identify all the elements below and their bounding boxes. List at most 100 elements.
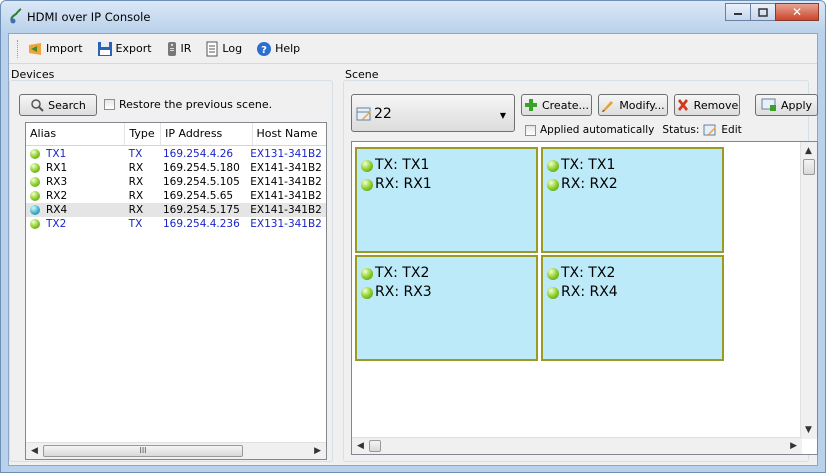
scene-layout-grid: TX: TX1 RX: RX1 TX: TX1 RX: RX2 TX: TX2 …	[351, 141, 818, 455]
status-online-icon	[30, 163, 40, 173]
scrollbar-thumb[interactable]	[369, 440, 381, 452]
devices-table-header: Alias Type IP Address Host Name	[26, 123, 326, 146]
host-cell: EX141-341B2	[250, 204, 322, 216]
scrollbar-thumb[interactable]	[803, 159, 815, 175]
host-cell: EX141-341B2	[250, 162, 322, 174]
table-row[interactable]: RX1 RX 169.254.5.180 EX141-341B2	[26, 161, 326, 175]
applied-automatically-label: Applied automatically	[540, 124, 655, 136]
log-label: Log	[222, 42, 243, 55]
alias-cell: TX1	[46, 148, 67, 160]
table-row[interactable]: TX2 TX 169.254.4.236 EX131-341B2	[26, 217, 326, 231]
apply-scene-button[interactable]: Apply	[755, 94, 818, 116]
scroll-right-icon[interactable]: ▶	[790, 441, 797, 451]
search-button[interactable]: Search	[19, 94, 97, 116]
toolbar-grip[interactable]	[17, 39, 21, 58]
ip-cell: 169.254.5.180	[162, 162, 240, 174]
rx-status-icon	[361, 178, 373, 191]
import-button[interactable]: Import	[27, 41, 83, 57]
table-row[interactable]: RX3 RX 169.254.5.105 EX141-341B2	[26, 175, 326, 189]
app-icon	[10, 8, 22, 24]
type-cell: TX	[128, 218, 143, 230]
modify-scene-button[interactable]: Modify...	[598, 94, 668, 116]
scene-tile[interactable]: TX: TX2 RX: RX3	[355, 255, 538, 361]
window-title: HDMI over IP Console	[27, 10, 151, 24]
scene-tile[interactable]: TX: TX1 RX: RX1	[355, 147, 538, 253]
tx-status-icon	[361, 159, 373, 172]
tile-tx-label: TX: TX1	[561, 157, 616, 173]
maximize-button[interactable]	[750, 3, 776, 21]
scroll-left-icon[interactable]: ◀	[31, 446, 38, 456]
type-cell: RX	[128, 176, 144, 188]
remote-control-icon	[167, 41, 176, 56]
rx-status-icon	[547, 178, 559, 191]
help-button[interactable]: ? Help	[256, 41, 300, 57]
apply-label: Apply	[780, 98, 813, 112]
ip-cell: 169.254.5.105	[162, 176, 240, 188]
tx-status-icon	[361, 267, 373, 280]
log-button[interactable]: Log	[205, 41, 242, 57]
restore-scene-option[interactable]: Restore the previous scene.	[104, 98, 272, 111]
scroll-down-icon[interactable]: ▼	[805, 425, 812, 435]
import-label: Import	[46, 42, 83, 55]
scene-tile[interactable]: TX: TX2 RX: RX4	[541, 255, 724, 361]
export-label: Export	[115, 42, 152, 55]
column-header-ip-address[interactable]: IP Address	[161, 123, 253, 145]
close-button[interactable]: ✕	[775, 3, 819, 21]
column-header-type[interactable]: Type	[125, 123, 162, 145]
rx-status-icon	[547, 286, 559, 299]
tx-status-icon	[547, 267, 559, 280]
edit-status-icon	[703, 124, 717, 136]
create-label: Create...	[541, 98, 590, 112]
alias-cell: RX2	[46, 190, 68, 202]
apply-monitor-icon	[761, 98, 776, 111]
scene-horizontal-scrollbar[interactable]: ◀ ▶	[352, 437, 802, 454]
remove-scene-button[interactable]: Remove	[674, 94, 740, 116]
ip-cell: 169.254.5.175	[162, 204, 240, 216]
restore-scene-label: Restore the previous scene.	[119, 98, 273, 111]
rx-status-icon	[361, 286, 373, 299]
help-icon: ?	[257, 41, 272, 56]
create-scene-button[interactable]: Create...	[521, 94, 592, 116]
modify-label: Modify...	[619, 98, 665, 112]
title-bar[interactable]: HDMI over IP Console ✕	[1, 1, 825, 33]
chevron-down-icon: ▼	[499, 111, 506, 120]
scene-options-row: Applied automatically Status: Edit	[525, 123, 742, 137]
alias-cell: RX1	[46, 162, 68, 174]
column-header-host-name[interactable]: Host Name	[253, 123, 327, 145]
ir-button[interactable]: IR	[166, 41, 191, 57]
scrollbar-thumb[interactable]: III	[43, 445, 243, 457]
alias-cell: TX2	[46, 218, 67, 230]
scene-tile[interactable]: TX: TX1 RX: RX2	[541, 147, 724, 253]
scene-vertical-scrollbar[interactable]: ▲ ▼	[800, 142, 817, 439]
search-label: Search	[48, 98, 86, 112]
table-row[interactable]: RX2 RX 169.254.5.65 EX141-341B2	[26, 189, 326, 203]
scroll-up-icon[interactable]: ▲	[805, 146, 812, 156]
devices-horizontal-scrollbar[interactable]: ◀ III ▶	[26, 442, 326, 459]
type-cell: RX	[128, 162, 144, 174]
alias-cell: RX3	[46, 176, 68, 188]
export-button[interactable]: Export	[97, 41, 152, 57]
status-value: Edit	[721, 124, 742, 136]
column-header-alias[interactable]: Alias	[26, 123, 126, 145]
tile-rx-label: RX: RX4	[561, 284, 618, 300]
restore-scene-checkbox[interactable]	[104, 99, 115, 110]
table-row-selected[interactable]: RX4 RX 169.254.5.175 EX141-341B2	[26, 203, 326, 217]
alias-cell: RX4	[46, 204, 68, 216]
save-disk-icon	[97, 41, 112, 56]
help-label: Help	[275, 42, 301, 55]
applied-automatically-checkbox[interactable]	[525, 124, 536, 136]
scene-select[interactable]: 22 ▼	[351, 94, 515, 132]
remove-x-icon	[677, 99, 688, 111]
remove-label: Remove	[693, 98, 739, 112]
type-cell: TX	[128, 148, 143, 160]
scroll-right-icon[interactable]: ▶	[314, 446, 321, 456]
status-online-icon	[30, 219, 40, 229]
scroll-left-icon[interactable]: ◀	[357, 441, 364, 451]
table-row[interactable]: TX1 TX 169.254.4.26 EX131-341B2	[26, 147, 326, 161]
tx-status-icon	[547, 159, 559, 172]
host-cell: EX131-341B2	[250, 148, 322, 160]
minimize-button[interactable]	[725, 3, 751, 21]
type-cell: RX	[128, 204, 144, 216]
toolbar: Import Export IR Log ? Help	[9, 34, 817, 64]
host-cell: EX131-341B2	[250, 218, 322, 230]
